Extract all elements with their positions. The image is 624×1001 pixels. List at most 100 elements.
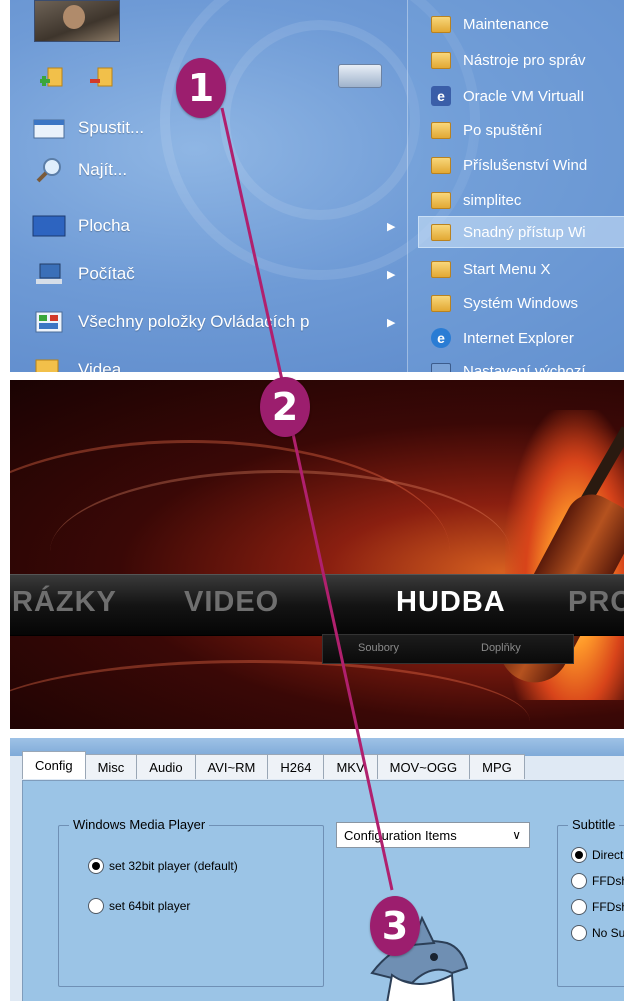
folder-icon xyxy=(431,223,451,241)
start-item-videos[interactable]: Videa xyxy=(32,352,121,372)
radio-button-icon xyxy=(571,847,587,863)
submenu-arrow-icon: ▶ xyxy=(387,317,396,329)
folder-icon xyxy=(431,51,451,69)
user-avatar[interactable] xyxy=(34,0,120,42)
radio-button-icon xyxy=(88,858,104,874)
step-badge-1: 1 xyxy=(176,58,226,118)
add-program-icon[interactable] xyxy=(40,64,66,90)
desktop-icon xyxy=(32,215,66,237)
subtitle-group-title: Subtitle xyxy=(568,817,620,832)
search-icon xyxy=(36,158,61,183)
radio-subtitle-ffdshow-2[interactable]: FFDsh xyxy=(571,899,624,915)
chevron-down-icon: ∨ xyxy=(512,828,521,842)
menu-item-music[interactable]: HUDBA xyxy=(396,586,506,619)
select-value: Configuration Items xyxy=(344,827,457,843)
submenu-files[interactable]: Soubory xyxy=(358,642,399,654)
submenu-item-label: simplitec xyxy=(463,191,522,209)
submenu-arrow-icon: ▶ xyxy=(387,221,396,233)
videos-icon xyxy=(35,359,59,372)
submenu-item[interactable]: simplitec xyxy=(431,187,521,213)
radio-button-icon xyxy=(571,899,587,915)
radio-label: set 64bit player xyxy=(109,899,191,913)
control-panel-icon xyxy=(35,311,63,333)
start-item-run[interactable]: Spustit... xyxy=(32,110,144,146)
submenu-item[interactable]: Snadný přístup Wi xyxy=(431,219,586,245)
tab-avi-rm[interactable]: AVI~RM xyxy=(194,754,269,779)
submenu-item-label: Oracle VM VirtualI xyxy=(463,87,585,105)
remove-program-icon[interactable] xyxy=(90,64,116,90)
tab-h264[interactable]: H264 xyxy=(267,754,325,779)
radio-label: FFDsh xyxy=(592,900,624,914)
submenu-item-label: Příslušenství Wind xyxy=(463,156,588,174)
menu-item-programs[interactable]: PRO xyxy=(568,586,624,619)
submenu-item-label: Snadný přístup Wi xyxy=(463,223,586,241)
wmp-group-title: Windows Media Player xyxy=(69,817,210,832)
step-badge-2: 2 xyxy=(260,377,310,437)
menu-item-pictures[interactable]: RÁZKY xyxy=(12,586,117,619)
radio-button-icon xyxy=(571,873,587,889)
start-item-search[interactable]: Najít... xyxy=(32,152,127,188)
submenu-item[interactable]: Po spuštění xyxy=(431,117,542,143)
start-item-label: Plocha xyxy=(78,216,130,235)
folder-icon xyxy=(431,294,451,312)
background-swirl xyxy=(10,660,530,729)
folder-icon xyxy=(431,15,451,33)
submenu-item-label: Internet Explorer xyxy=(463,329,574,347)
start-item-label: Všechny položky Ovládacích p xyxy=(78,312,310,331)
menu-item-video[interactable]: VIDEO xyxy=(184,586,279,619)
tab-strip: Config Misc Audio AVI~RM H264 MKV MOV~OG… xyxy=(22,751,525,780)
submenu-item-label: Nastavení výchozí xyxy=(463,362,586,373)
folder-icon xyxy=(431,156,451,174)
folder-icon xyxy=(431,260,451,278)
radio-button-icon xyxy=(88,898,104,914)
start-item-computer[interactable]: Počítač xyxy=(32,256,135,292)
tab-audio[interactable]: Audio xyxy=(136,754,196,779)
submenu-item[interactable]: Start Menu X xyxy=(431,256,551,282)
radio-subtitle-none[interactable]: No Su xyxy=(571,925,624,941)
radio-subtitle-direct[interactable]: Direct xyxy=(571,847,623,863)
configuration-items-select[interactable]: Configuration Items ∨ xyxy=(336,822,530,848)
start-menu-panel: Spustit... Najít... Plocha ▶ Počítač ▶ V… xyxy=(10,0,624,372)
start-item-label: Počítač xyxy=(78,264,135,283)
start-item-label: Videa xyxy=(78,360,122,372)
submenu-item[interactable]: e Oracle VM VirtualI xyxy=(431,83,584,109)
submenu-item[interactable]: Systém Windows xyxy=(431,290,578,316)
radio-subtitle-ffdshow[interactable]: FFDsh xyxy=(571,873,624,889)
submenu-item[interactable]: Příslušenství Wind xyxy=(431,152,587,178)
step-badge-3: 3 xyxy=(370,896,420,956)
config-tab-content: Windows Media Player set 32bit player (d… xyxy=(22,780,624,1001)
radio-64bit-player[interactable]: set 64bit player xyxy=(88,898,190,914)
submenu-addons[interactable]: Doplňky xyxy=(481,642,521,654)
submenu-item-label: Maintenance xyxy=(463,15,549,33)
tab-misc[interactable]: Misc xyxy=(84,754,138,779)
settings-icon xyxy=(431,362,451,372)
start-item-control-panel[interactable]: Všechny položky Ovládacích p xyxy=(32,304,310,340)
ie-icon: e xyxy=(431,328,451,348)
tab-mov-ogg[interactable]: MOV~OGG xyxy=(376,754,471,779)
taskbar-properties-icon[interactable] xyxy=(338,64,382,88)
start-item-desktop[interactable]: Plocha xyxy=(32,208,130,244)
folder-icon xyxy=(431,191,451,209)
submenu-item-label: Nástroje pro správ xyxy=(463,51,586,69)
submenu-item[interactable]: Nastavení výchozí xyxy=(431,358,586,372)
start-item-label: Najít... xyxy=(78,160,128,179)
settings-dialog: Config Misc Audio AVI~RM H264 MKV MOV~OG… xyxy=(10,738,624,1001)
submenu-arrow-icon: ▶ xyxy=(387,269,396,281)
submenu-item-label: Po spuštění xyxy=(463,121,543,139)
submenu-item-label: Start Menu X xyxy=(463,260,551,278)
radio-label: Direct xyxy=(592,848,624,862)
start-item-label: Spustit... xyxy=(78,118,145,137)
media-center-panel: RÁZKY VIDEO HUDBA PRO Soubory Doplňky xyxy=(10,380,624,729)
submenu-item[interactable]: Nástroje pro správ xyxy=(431,47,586,73)
run-icon xyxy=(33,119,65,139)
tab-mpg[interactable]: MPG xyxy=(469,754,525,779)
tab-mkv[interactable]: MKV xyxy=(323,754,378,779)
submenu-item[interactable]: Maintenance xyxy=(431,11,549,37)
computer-icon xyxy=(36,263,62,284)
submenu-item[interactable]: e Internet Explorer xyxy=(431,325,574,351)
tab-config[interactable]: Config xyxy=(22,751,86,779)
radio-32bit-player[interactable]: set 32bit player (default) xyxy=(88,858,238,874)
virtualbox-icon: e xyxy=(431,86,451,106)
radio-label: No Su xyxy=(592,926,624,940)
background-swirl xyxy=(220,20,420,220)
